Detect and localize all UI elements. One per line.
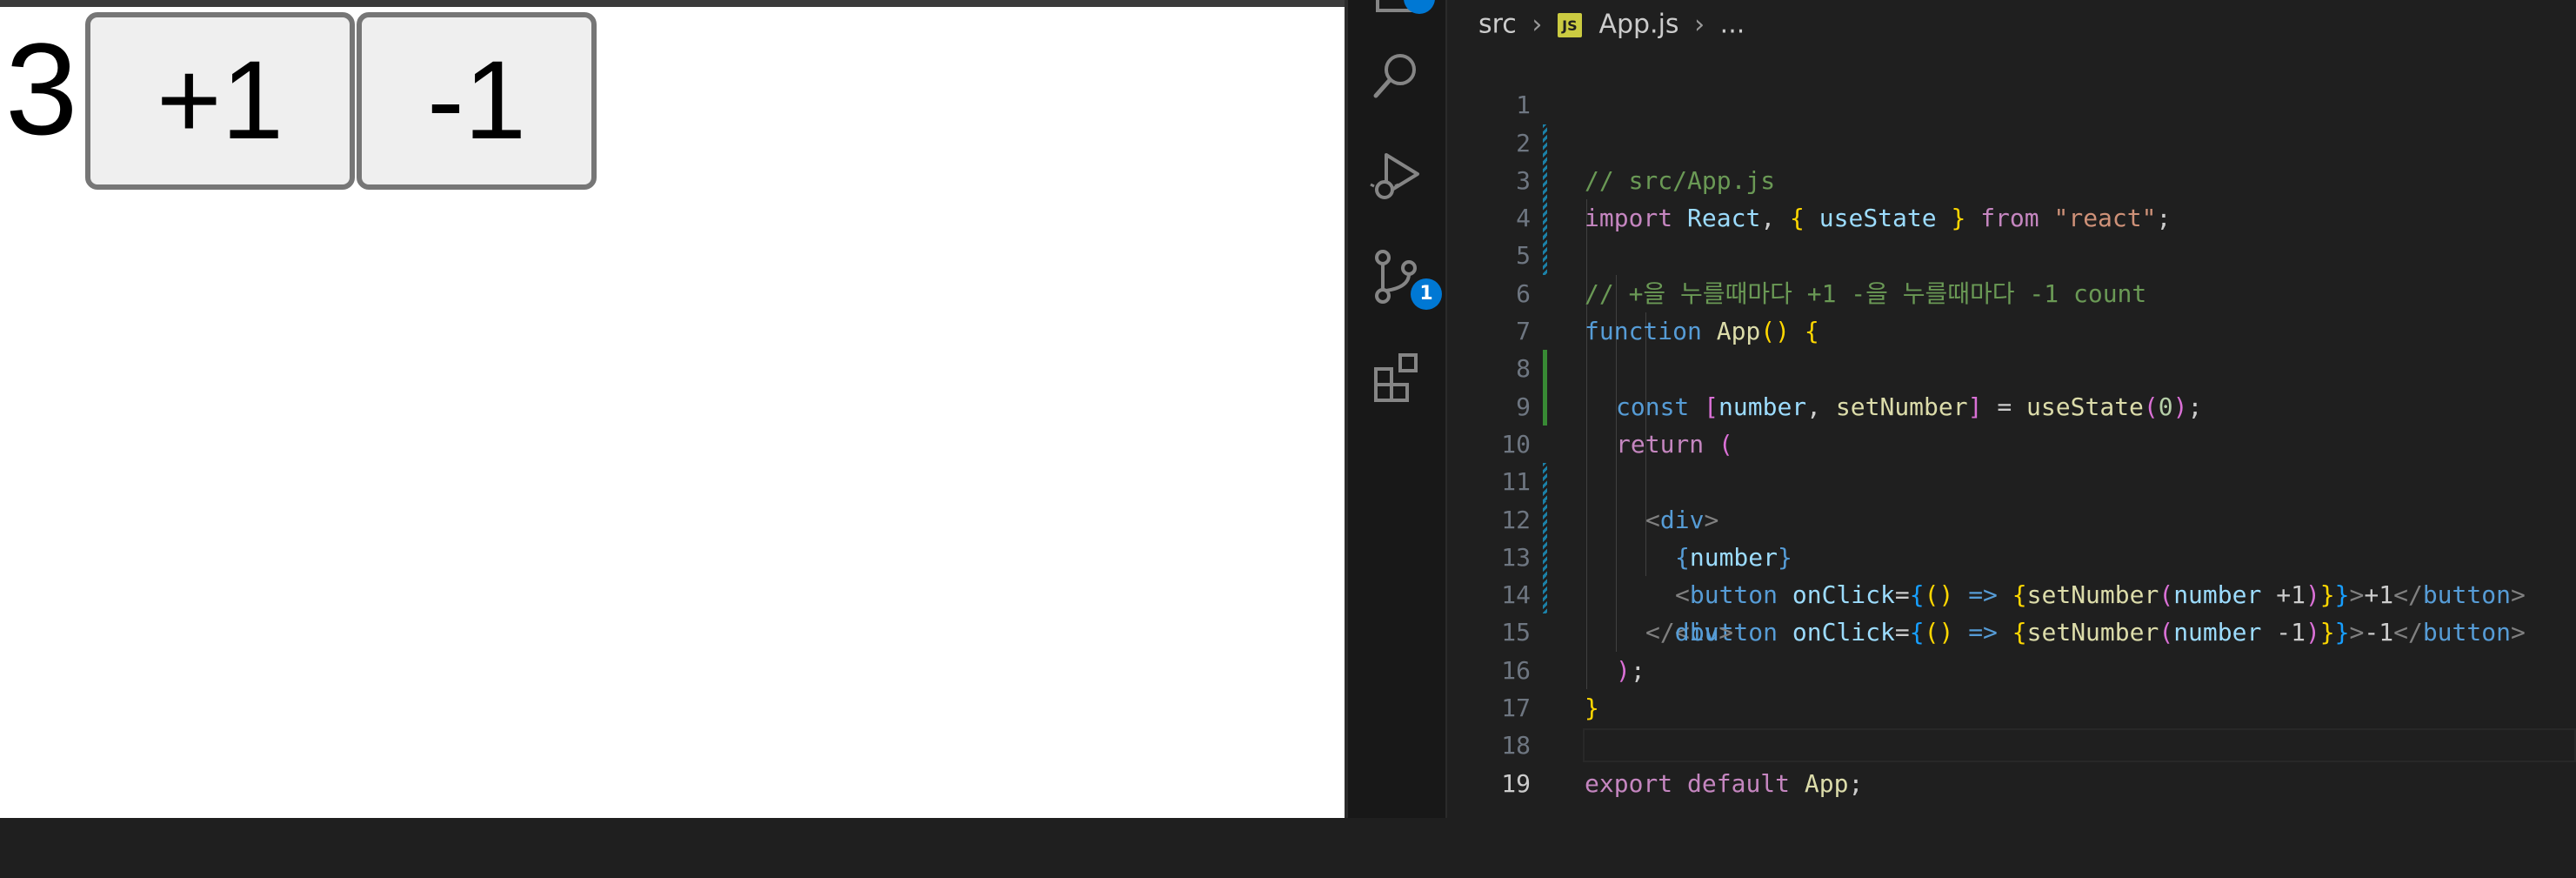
code-line: 17 <box>1447 652 2576 722</box>
code-line: 5 <box>1447 199 2576 270</box>
run-debug-icon[interactable] <box>1369 148 1425 204</box>
code-line: 4 // +을 누를때마다 +1 -을 누를때마다 -1 count <box>1447 162 2576 308</box>
code-line: 12 <button onClick={() => {setNumber(num… <box>1447 463 2576 610</box>
activity-bar: 1 <box>1348 0 1447 818</box>
source-control-badge: 1 <box>1411 278 1442 310</box>
increment-button[interactable]: +1 <box>85 12 355 190</box>
code-line: 15 ); <box>1447 576 2576 684</box>
current-line-highlight <box>1583 728 2576 763</box>
code-text: export default App; <box>1585 768 1864 798</box>
code-line: 13 <button onClick={() => {setNumber(num… <box>1447 501 2576 647</box>
code-line: 11 {number} <box>1447 426 2576 572</box>
chevron-right-icon: › <box>1694 9 1705 40</box>
code-line: 7 const [number, setNumber] = useState(0… <box>1447 275 2576 421</box>
browser-preview: 3 +1 -1 <box>0 0 1345 818</box>
code-line: 9 return ( <box>1447 350 2576 459</box>
code-area[interactable]: 1 // src/App.js 2 import React, { useSta… <box>1447 49 2576 798</box>
line-number: 19 <box>1501 768 1531 798</box>
chevron-right-icon: › <box>1532 9 1543 40</box>
breadcrumb: src › JS App.js › ... <box>1478 7 1745 42</box>
breadcrumb-more[interactable]: ... <box>1720 10 1745 40</box>
code-line: 14 </div> <box>1447 539 2576 647</box>
javascript-file-icon: JS <box>1557 12 1582 37</box>
counter-value: 3 <box>5 16 78 162</box>
code-line: 16 } <box>1447 613 2576 722</box>
code-line: 8 <box>1447 312 2576 426</box>
decrement-button[interactable]: -1 <box>357 12 597 190</box>
code-line: 10 <div> <box>1447 388 2576 534</box>
breadcrumb-folder[interactable]: src <box>1478 10 1517 40</box>
code-line-active[interactable]: 19 <box>1447 727 2576 798</box>
code-line: 1 // src/App.js <box>1447 49 2576 195</box>
code-editor[interactable]: src › JS App.js › ... 1 // src/App.js 2 … <box>1447 0 2576 818</box>
code-line: 6 function App() { <box>1447 237 2576 345</box>
code-line: 3 <box>1447 124 2576 238</box>
search-icon[interactable] <box>1369 49 1425 104</box>
preview-top-border <box>0 0 1345 7</box>
breadcrumb-file[interactable]: App.js <box>1598 10 1678 40</box>
extensions-icon[interactable] <box>1369 350 1425 405</box>
code-line: 18 export default App; <box>1447 689 2576 797</box>
code-line: 2 import React, { useState } from "react… <box>1447 86 2576 233</box>
